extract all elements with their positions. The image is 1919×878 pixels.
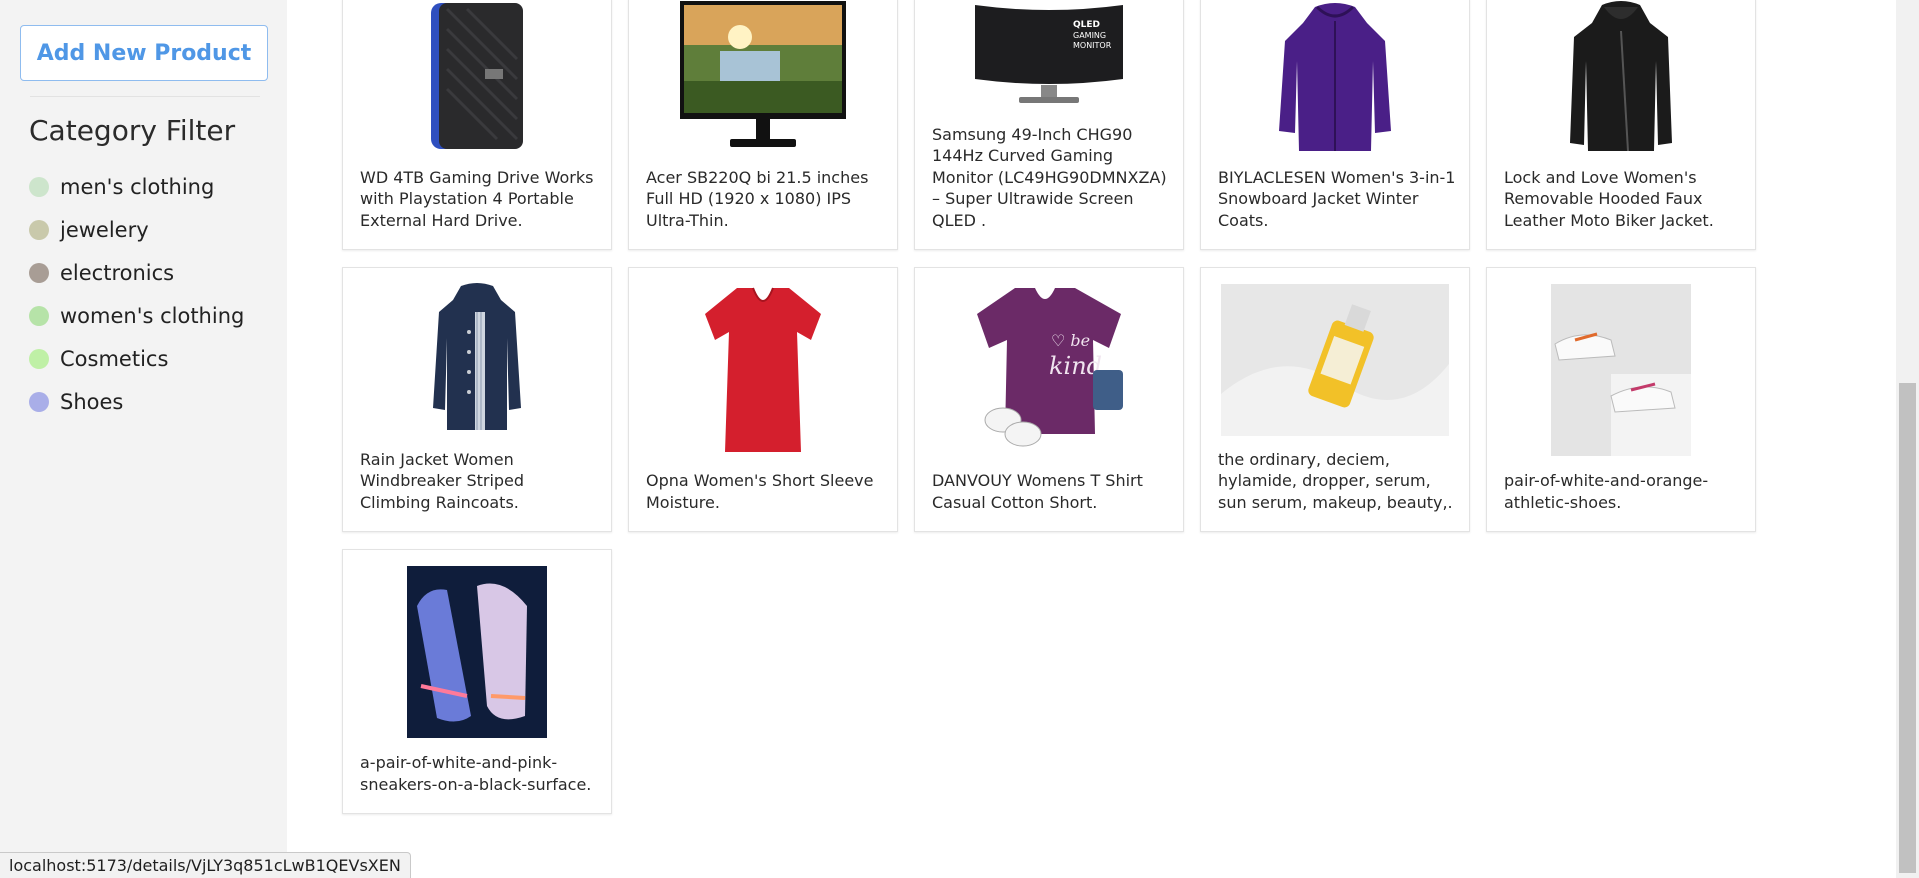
product-card[interactable]: QLED GAMING MONITOR Samsung 49-Inch CHG9… xyxy=(914,0,1184,250)
category-color-dot xyxy=(29,219,49,240)
product-title: Lock and Love Women's Removable Hooded F… xyxy=(1504,167,1714,230)
screen-text: GAMING xyxy=(1073,31,1106,40)
category-color-dot xyxy=(29,348,49,369)
product-card[interactable]: Lock and Love Women's Removable Hooded F… xyxy=(1486,0,1756,250)
product-title: Samsung 49-Inch CHG90 144Hz Curved Gamin… xyxy=(932,124,1167,230)
category-item-electronics[interactable]: electronics xyxy=(29,251,244,294)
product-title: pair-of-white-and-orange-athletic-shoes. xyxy=(1504,471,1709,512)
purple-tshirt-image: ♡ be kind xyxy=(977,288,1123,447)
product-card[interactable]: WD 4TB Gaming Drive Works with Playstati… xyxy=(342,0,612,250)
scrollbar-thumb[interactable] xyxy=(1899,383,1916,873)
category-label: Cosmetics xyxy=(60,346,169,371)
category-item-jewelery[interactable]: jewelery xyxy=(29,208,244,251)
category-list: men's clothing jewelery electronics wome… xyxy=(29,165,244,423)
product-card[interactable]: ♡ be kind DANVOUY Womens T Shirt Casual … xyxy=(914,267,1184,532)
product-title: Rain Jacket Women Windbreaker Striped Cl… xyxy=(360,449,525,512)
curved-monitor-image: QLED GAMING MONITOR xyxy=(975,5,1123,103)
product-title: a-pair-of-white-and-pink-sneakers-on-a-b… xyxy=(360,753,592,794)
product-title: WD 4TB Gaming Drive Works with Playstati… xyxy=(360,167,594,230)
red-tshirt-image xyxy=(705,287,821,452)
link-preview-status-bar: localhost:5173/details/VjLY3q851cLwB1QEV… xyxy=(0,852,411,878)
hard-drive-image xyxy=(431,3,523,149)
add-new-product-button[interactable]: Add New Product xyxy=(20,25,268,81)
rain-jacket-image xyxy=(433,283,521,430)
product-title: the ordinary, deciem, hylamide, dropper,… xyxy=(1218,449,1453,512)
category-label: jewelery xyxy=(60,217,149,242)
category-item-mens-clothing[interactable]: men's clothing xyxy=(29,165,244,208)
category-label: Shoes xyxy=(60,389,124,414)
category-color-dot xyxy=(29,391,49,412)
category-label: men's clothing xyxy=(60,174,215,199)
screen-text: QLED xyxy=(1073,20,1100,30)
sidebar: Add New Product Category Filter men's cl… xyxy=(0,0,287,878)
monitor-image xyxy=(680,1,846,147)
product-card[interactable]: a-pair-of-white-and-pink-sneakers-on-a-b… xyxy=(342,549,612,814)
category-item-cosmetics[interactable]: Cosmetics xyxy=(29,337,244,380)
product-title: Acer SB220Q bi 21.5 inches Full HD (1920… xyxy=(646,167,869,230)
category-item-womens-clothing[interactable]: women's clothing xyxy=(29,294,244,337)
category-label: electronics xyxy=(60,260,175,285)
tshirt-print-text: ♡ be xyxy=(1051,331,1090,350)
white-orange-shoes-image xyxy=(1551,284,1691,456)
product-title: DANVOUY Womens T Shirt Casual Cotton Sho… xyxy=(932,471,1143,512)
category-color-dot xyxy=(29,262,49,283)
category-color-dot xyxy=(29,176,49,197)
product-title: BIYLACLESEN Women's 3-in-1 Snowboard Jac… xyxy=(1218,167,1456,230)
category-color-dot xyxy=(29,305,49,326)
product-card[interactable]: BIYLACLESEN Women's 3-in-1 Snowboard Jac… xyxy=(1200,0,1470,250)
category-label: women's clothing xyxy=(60,303,245,328)
category-filter-title: Category Filter xyxy=(29,114,236,147)
product-card[interactable]: pair-of-white-and-orange-athletic-shoes. xyxy=(1486,267,1756,532)
sidebar-divider xyxy=(30,96,260,97)
screen-text: MONITOR xyxy=(1073,41,1112,50)
vertical-scrollbar[interactable] xyxy=(1896,0,1919,878)
product-card[interactable]: the ordinary, deciem, hylamide, dropper,… xyxy=(1200,267,1470,532)
serum-bottle-image xyxy=(1221,284,1449,436)
category-item-shoes[interactable]: Shoes xyxy=(29,380,244,423)
pink-sneakers-image xyxy=(407,566,547,738)
purple-jacket-image xyxy=(1279,3,1391,151)
product-card[interactable]: Acer SB220Q bi 21.5 inches Full HD (1920… xyxy=(628,0,898,250)
leather-jacket-image xyxy=(1570,1,1672,152)
product-card[interactable]: Rain Jacket Women Windbreaker Striped Cl… xyxy=(342,267,612,532)
product-card[interactable]: Opna Women's Short Sleeve Moisture. xyxy=(628,267,898,532)
product-title: Opna Women's Short Sleeve Moisture. xyxy=(646,471,874,512)
